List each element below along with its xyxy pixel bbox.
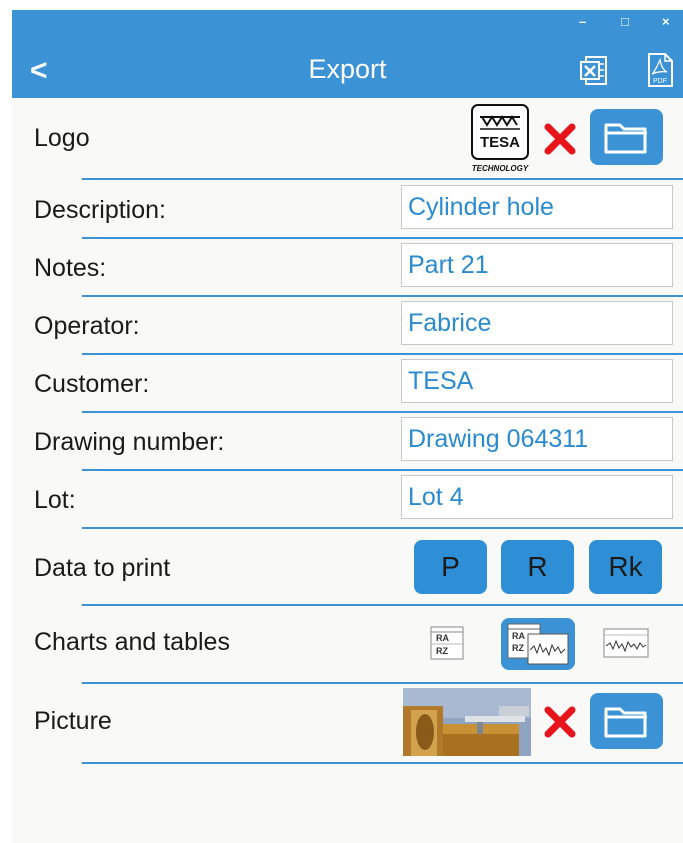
logo-label: Logo (34, 124, 90, 152)
separator (82, 604, 683, 606)
svg-text:RA: RA (512, 631, 525, 641)
customer-label: Customer: (34, 370, 150, 398)
pdf-export-icon[interactable]: PDF (644, 52, 676, 88)
table-icon[interactable]: RA RZ (428, 624, 466, 662)
folder-icon (604, 123, 647, 154)
export-window: – □ × < Export PDF Logo TESA TECHNOLOGY (12, 10, 683, 843)
drawing-number-field[interactable]: Drawing 064311 (401, 417, 673, 461)
operator-field[interactable]: Fabrice (401, 301, 673, 345)
maximize-button[interactable]: □ (621, 14, 629, 29)
charts-tables-label: Charts and tables (34, 628, 230, 656)
picture-label: Picture (34, 707, 112, 735)
title-bar: – □ × < Export PDF (12, 10, 683, 98)
separator (82, 295, 683, 297)
table-chart-icon[interactable]: RA RZ (506, 622, 570, 666)
svg-text:TECHNOLOGY: TECHNOLOGY (472, 164, 529, 173)
notes-field[interactable]: Part 21 (401, 243, 673, 287)
separator (82, 237, 683, 239)
notes-label: Notes: (34, 254, 107, 282)
minimize-button[interactable]: – (579, 14, 586, 29)
lot-field[interactable]: Lot 4 (401, 475, 673, 519)
svg-text:RZ: RZ (436, 646, 448, 656)
lot-label: Lot: (34, 486, 76, 514)
print-p-button[interactable]: P (414, 540, 487, 594)
svg-text:PDF: PDF (653, 78, 667, 85)
separator (82, 527, 683, 529)
print-r-button[interactable]: R (501, 540, 574, 594)
remove-logo-icon[interactable] (543, 122, 577, 156)
folder-icon (604, 707, 647, 738)
separator (82, 353, 683, 355)
operator-label: Operator: (34, 312, 140, 340)
description-label: Description: (34, 196, 166, 224)
separator (82, 469, 683, 471)
svg-text:RZ: RZ (512, 643, 524, 653)
data-to-print-label: Data to print (34, 554, 171, 582)
tesa-logo-image: TESA TECHNOLOGY (471, 104, 529, 173)
drawing-number-label: Drawing number: (34, 428, 225, 456)
description-field[interactable]: Cylinder hole (401, 185, 673, 229)
separator (82, 178, 683, 180)
browse-picture-button[interactable] (590, 693, 663, 749)
part-photo (403, 688, 531, 756)
customer-field[interactable]: TESA (401, 359, 673, 403)
separator (82, 411, 683, 413)
excel-export-icon[interactable] (580, 52, 612, 88)
chart-icon[interactable] (602, 626, 650, 660)
svg-text:RA: RA (436, 633, 449, 643)
separator (82, 762, 683, 764)
remove-picture-icon[interactable] (543, 705, 577, 739)
close-button[interactable]: × (662, 14, 670, 29)
print-rk-button[interactable]: Rk (589, 540, 662, 594)
separator (82, 682, 683, 684)
svg-text:TESA: TESA (480, 134, 520, 151)
browse-logo-button[interactable] (590, 109, 663, 165)
